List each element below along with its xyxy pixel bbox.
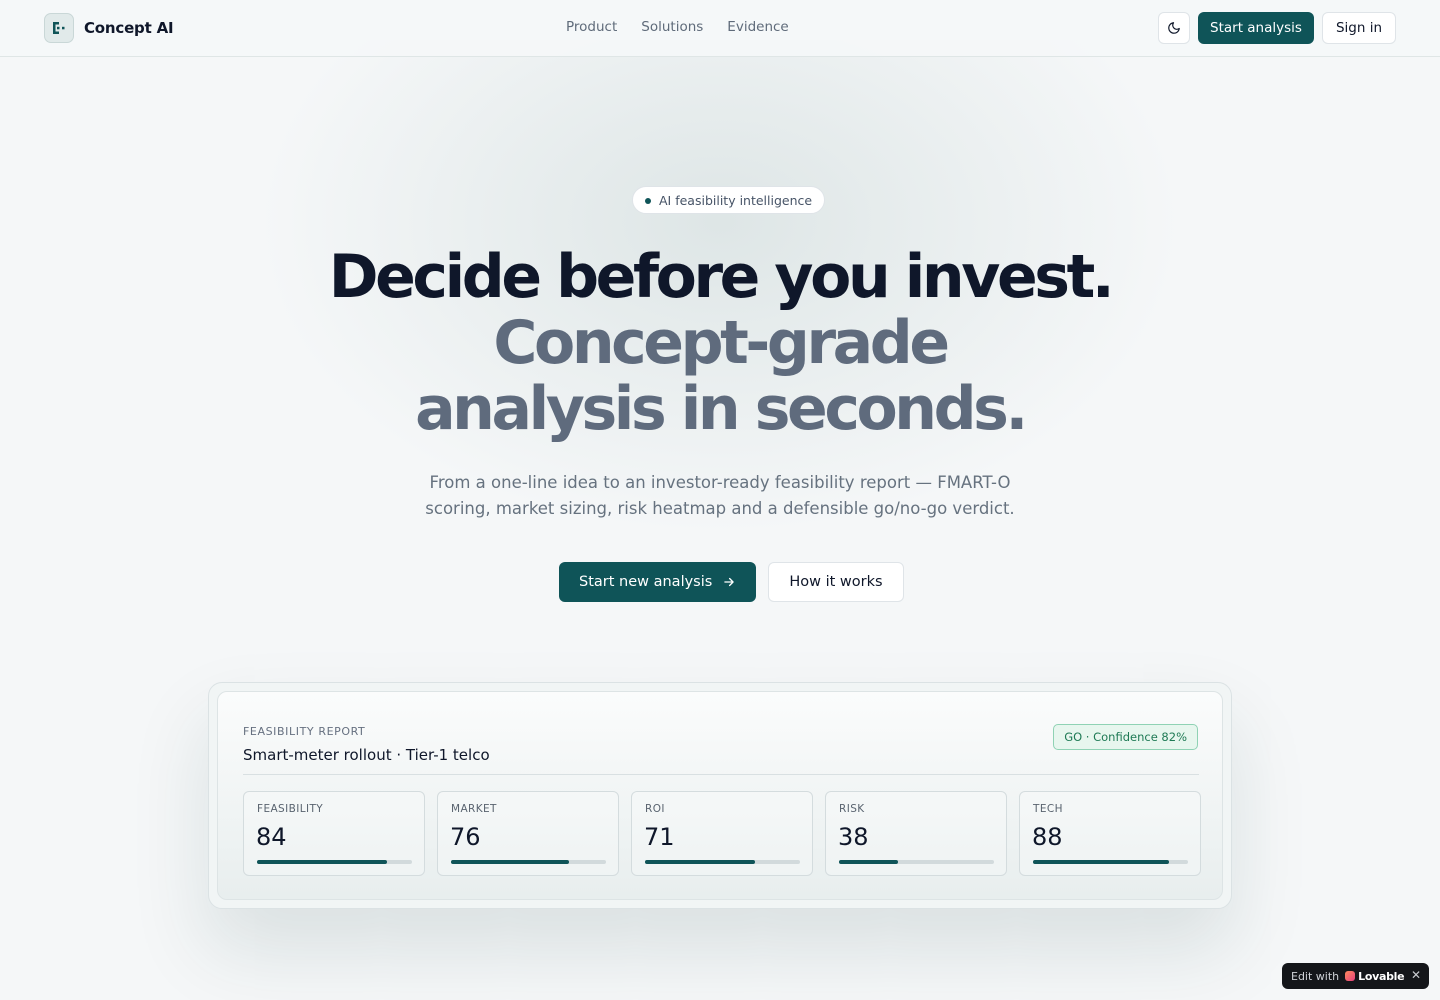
- arrow-right-icon: [724, 577, 735, 587]
- report-title: Smart-meter rollout · Tier-1 telco: [243, 746, 490, 764]
- close-icon[interactable]: ✕: [1411, 968, 1421, 982]
- metric-value: 71: [644, 823, 675, 851]
- start-analysis-button[interactable]: Start analysis: [1198, 12, 1314, 44]
- metric-value: 88: [1032, 823, 1063, 851]
- edit-with-lovable-badge[interactable]: Edit with Lovable ✕: [1282, 963, 1429, 989]
- metric-bar-fill: [451, 860, 569, 864]
- lovable-heart-icon: [1345, 971, 1356, 981]
- theme-toggle-button[interactable]: [1158, 12, 1191, 44]
- report-divider: [243, 774, 1199, 775]
- hero-title-line2: Concept-grade analysis in seconds.: [415, 308, 1028, 444]
- verdict-badge: GO · Confidence 82%: [1053, 724, 1198, 750]
- header-actions: Start analysis Sign in: [1158, 12, 1396, 44]
- metric-bar-fill: [1033, 860, 1170, 864]
- hero-cta-row: Start new analysis How it works: [559, 562, 904, 602]
- metric-label: FEASIBILITY: [257, 803, 324, 815]
- metric-bar-track: [451, 860, 606, 864]
- hero-title: Decide before you invest. Concept-grade …: [0, 244, 1440, 442]
- badge-brand-name: Lovable: [1358, 969, 1405, 983]
- brand[interactable]: Concept AI: [44, 13, 174, 43]
- metric-card-roi: ROI 71: [631, 791, 813, 876]
- concept-ai-logo-icon: [44, 13, 74, 43]
- nav-link-evidence[interactable]: Evidence: [727, 19, 788, 35]
- metric-card-tech: TECH 88: [1019, 791, 1201, 876]
- metric-value: 38: [838, 823, 869, 851]
- hero-title-line1: Decide before you invest.: [328, 242, 1115, 312]
- metric-label: TECH: [1033, 803, 1063, 815]
- report-inner-panel: FEASIBILITY REPORT Smart-meter rollout ·…: [217, 691, 1223, 900]
- main-nav: Product Solutions Evidence: [566, 19, 789, 35]
- metric-value: 84: [256, 823, 287, 851]
- moon-icon: [1168, 22, 1180, 34]
- metric-bar-fill: [257, 860, 388, 864]
- nav-link-product[interactable]: Product: [566, 19, 617, 35]
- report-label: FEASIBILITY REPORT: [243, 725, 366, 738]
- metric-card-feasibility: FEASIBILITY 84: [243, 791, 425, 876]
- sign-in-button[interactable]: Sign in: [1321, 12, 1396, 44]
- pill-label: AI feasibility intelligence: [659, 192, 813, 208]
- metric-bar-track: [645, 860, 800, 864]
- metric-label: MARKET: [451, 803, 497, 815]
- metric-card-market: MARKET 76: [437, 791, 619, 876]
- metric-label: ROI: [645, 803, 665, 815]
- metric-bar-track: [1033, 860, 1188, 864]
- hero-subtitle: From a one-line idea to an investor-read…: [425, 473, 1015, 518]
- metric-bar-fill: [645, 860, 756, 864]
- nav-link-solutions[interactable]: Solutions: [641, 19, 703, 35]
- start-new-analysis-button[interactable]: Start new analysis: [559, 562, 757, 602]
- metric-label: RISK: [839, 803, 865, 815]
- metric-bar-track: [257, 860, 412, 864]
- pill-dot: [645, 198, 651, 204]
- metric-value: 76: [450, 823, 481, 851]
- metric-bar-fill: [839, 860, 898, 864]
- metric-bar-track: [839, 860, 994, 864]
- brand-name: Concept AI: [84, 19, 174, 37]
- feasibility-report-card: FEASIBILITY REPORT Smart-meter rollout ·…: [208, 682, 1232, 909]
- start-new-analysis-label: Start new analysis: [579, 574, 713, 590]
- badge-edit-label: Edit with: [1291, 969, 1340, 983]
- hero-tagline-pill: AI feasibility intelligence: [632, 186, 826, 214]
- how-it-works-button[interactable]: How it works: [768, 562, 904, 602]
- metric-card-risk: RISK 38: [825, 791, 1007, 876]
- metric-cards: FEASIBILITY 84 MARKET 76 ROI 71 RISK 38 …: [243, 791, 1201, 876]
- top-nav: Concept AI Product Solutions Evidence St…: [0, 0, 1440, 57]
